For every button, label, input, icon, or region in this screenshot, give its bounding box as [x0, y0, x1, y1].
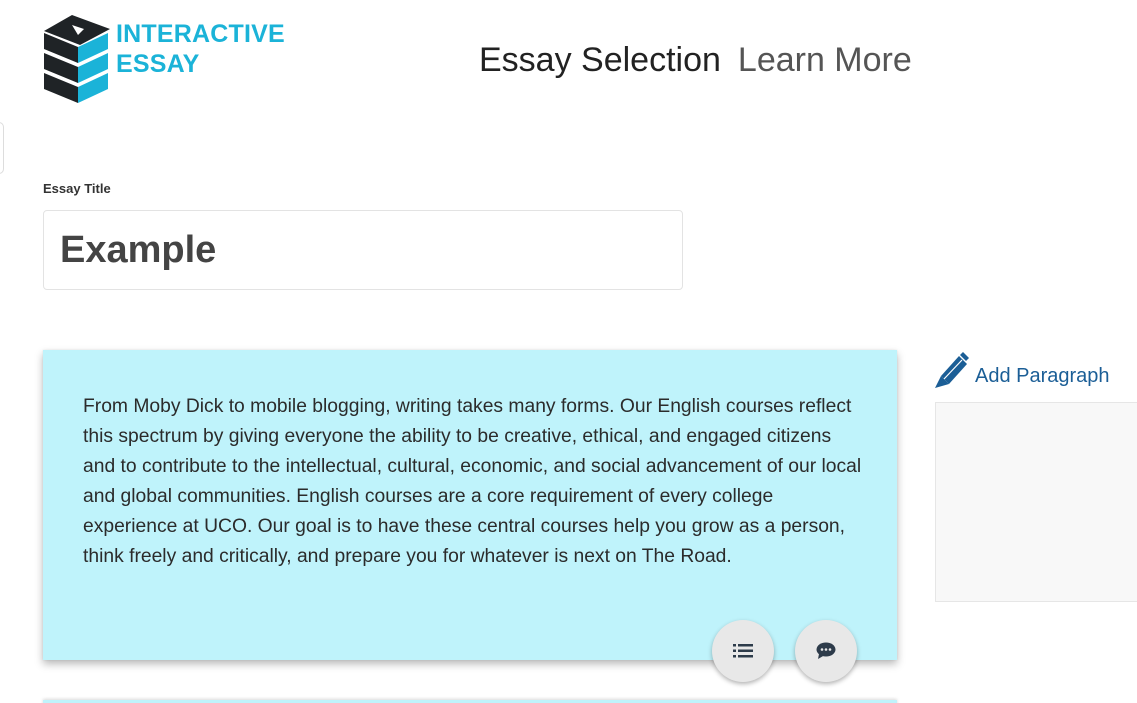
main-nav: Essay Selection Learn More [479, 40, 912, 80]
logo-line-1: INTERACTIVE [116, 20, 285, 48]
stacked-books-logo-icon [44, 15, 110, 103]
pencil-icon [935, 352, 969, 388]
comment-icon [816, 642, 836, 659]
logo-line-2: ESSAY [116, 50, 200, 78]
nav-essay-selection[interactable]: Essay Selection [479, 40, 721, 80]
paragraph-outline-button[interactable] [712, 620, 774, 682]
paragraph-card[interactable]: From Moby Dick to mobile blogging, writi… [43, 350, 897, 682]
paragraph-preview-panel [935, 402, 1137, 602]
add-paragraph-button[interactable]: Add Paragraph [935, 352, 1110, 388]
logo-text: INTERACTIVE ESSAY [116, 19, 285, 79]
list-icon [733, 644, 753, 658]
logo[interactable]: INTERACTIVE ESSAY [44, 15, 285, 117]
nav-learn-more[interactable]: Learn More [738, 40, 912, 80]
side-drawer-handle[interactable] [0, 122, 4, 174]
essay-title-label: Essay Title [43, 181, 111, 196]
paragraph-comment-button[interactable] [795, 620, 857, 682]
essay-title-input[interactable] [43, 210, 683, 290]
add-paragraph-label: Add Paragraph [975, 365, 1110, 387]
paragraph-text[interactable]: From Moby Dick to mobile blogging, writi… [83, 392, 863, 572]
